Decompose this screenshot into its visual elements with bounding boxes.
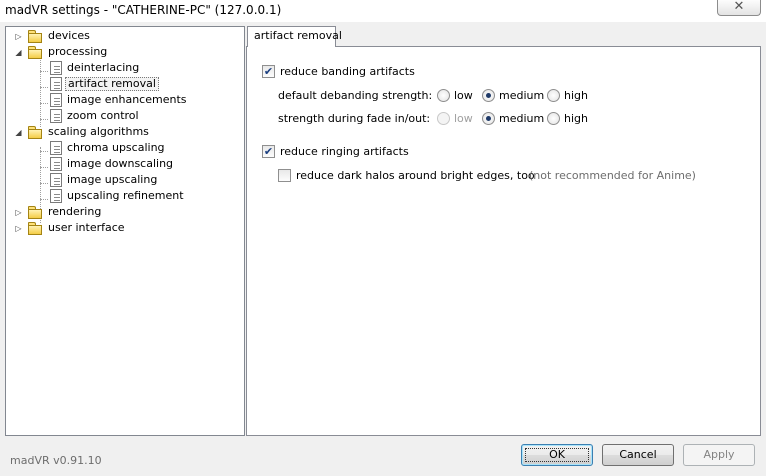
tree-item-scaling-algorithms[interactable]: ◢ scaling algorithms — [6, 124, 236, 140]
page-icon — [50, 141, 62, 155]
reduce-ringing-label: reduce ringing artifacts — [280, 145, 409, 158]
tree-item-label: deinterlacing — [67, 61, 140, 74]
expand-icon[interactable]: ▷ — [14, 224, 23, 233]
default-strength-low-radio[interactable] — [437, 89, 450, 102]
tree-item-image-upscaling[interactable]: image upscaling — [6, 172, 236, 188]
fade-strength-high-radio[interactable] — [547, 112, 560, 125]
fade-strength-low-label: low — [454, 112, 473, 125]
page-icon — [50, 61, 62, 75]
default-strength-radio-group: low medium high — [437, 88, 597, 104]
window-title: madVR settings - "CATHERINE-PC" (127.0.0… — [5, 3, 282, 17]
settings-tree[interactable]: ▷ devices ◢ processing deinterlacing art… — [5, 26, 245, 436]
tree-item-label: rendering — [48, 205, 102, 218]
tree-item-devices[interactable]: ▷ devices — [6, 28, 206, 44]
tab-artifact-removal[interactable]: artifact removal — [247, 26, 342, 47]
fade-strength-high-label[interactable]: high — [564, 112, 588, 126]
reduce-ringing-checkbox[interactable]: ✔ reduce ringing artifacts — [262, 144, 462, 160]
tree-item-label: devices — [48, 29, 90, 42]
page-icon — [50, 189, 62, 203]
tree-item-label: processing — [48, 45, 108, 58]
fade-strength-low-radio — [437, 112, 450, 125]
fade-strength-medium-radio[interactable] — [482, 112, 495, 125]
expand-icon[interactable]: ▷ — [14, 32, 23, 41]
dark-halos-label: reduce dark halos around bright edges, t… — [296, 169, 535, 182]
ok-button[interactable]: OK — [521, 444, 593, 466]
page-icon — [50, 77, 62, 91]
folder-icon — [27, 221, 43, 235]
folder-icon — [27, 205, 43, 219]
tree-item-label: user interface — [48, 221, 125, 234]
title-bar: madVR settings - "CATHERINE-PC" (127.0.0… — [0, 0, 766, 22]
page-icon — [50, 173, 62, 187]
dark-halos-checkbox[interactable]: reduce dark halos around bright edges, t… — [278, 168, 738, 184]
tree-item-chroma-upscaling[interactable]: chroma upscaling — [6, 140, 236, 156]
checkbox-unchecked-icon[interactable] — [278, 169, 291, 182]
folder-icon — [27, 45, 43, 59]
tree-item-label: image downscaling — [67, 157, 174, 170]
apply-button: Apply — [683, 444, 755, 466]
default-strength-high-radio[interactable] — [547, 89, 560, 102]
close-button[interactable]: ✕ — [717, 0, 761, 16]
tree-item-user-interface[interactable]: ▷ user interface — [6, 220, 206, 236]
tree-item-label: scaling algorithms — [48, 125, 149, 138]
focus-ring — [525, 448, 589, 462]
tree-item-image-downscaling[interactable]: image downscaling — [6, 156, 236, 172]
tree-item-rendering[interactable]: ▷ rendering — [6, 204, 206, 220]
tab-label: artifact removal — [254, 29, 342, 42]
tree-item-deinterlacing[interactable]: deinterlacing — [6, 60, 236, 76]
tree-item-label: zoom control — [67, 109, 139, 122]
version-label: madVR v0.91.10 — [10, 454, 102, 467]
checkbox-checked-icon[interactable]: ✔ — [262, 65, 275, 78]
anime-warning-note: (not recommended for Anime) — [529, 169, 696, 182]
fade-strength-medium-label[interactable]: medium — [499, 112, 544, 126]
tree-item-label: image upscaling — [67, 173, 158, 186]
close-icon: ✕ — [733, 0, 745, 14]
default-strength-high-label[interactable]: high — [564, 89, 588, 103]
fade-strength-row: strength during fade in/out: low medium … — [278, 111, 678, 127]
page-icon — [50, 157, 62, 171]
settings-page: ✔ reduce banding artifacts default deban… — [246, 46, 761, 436]
page-icon — [50, 109, 62, 123]
collapse-icon[interactable]: ◢ — [14, 128, 23, 137]
fade-strength-radio-group: low medium high — [437, 111, 597, 127]
cancel-button-label: Cancel — [619, 448, 657, 461]
checkbox-checked-icon[interactable]: ✔ — [262, 145, 275, 158]
default-strength-low-label[interactable]: low — [454, 89, 473, 103]
tree-item-processing[interactable]: ◢ processing — [6, 44, 206, 60]
tree-item-image-enhancements[interactable]: image enhancements — [6, 92, 236, 108]
tree-item-upscaling-refinement[interactable]: upscaling refinement — [6, 188, 236, 204]
reduce-banding-label: reduce banding artifacts — [280, 65, 415, 78]
folder-icon — [27, 125, 43, 139]
apply-button-label: Apply — [703, 448, 735, 461]
tree-item-label: image enhancements — [67, 93, 187, 106]
default-strength-label: default debanding strength: — [278, 89, 433, 102]
default-strength-medium-label[interactable]: medium — [499, 89, 544, 103]
folder-icon — [27, 29, 43, 43]
tree-item-label: artifact removal — [65, 77, 159, 91]
tree-item-zoom-control[interactable]: zoom control — [6, 108, 236, 124]
cancel-button[interactable]: Cancel — [602, 444, 674, 466]
tree-item-artifact-removal[interactable]: artifact removal — [6, 76, 236, 92]
tree-item-label: upscaling refinement — [67, 189, 184, 202]
page-icon — [50, 93, 62, 107]
tree-item-label: chroma upscaling — [67, 141, 165, 154]
default-strength-row: default debanding strength: low medium h… — [278, 88, 678, 104]
fade-strength-label: strength during fade in/out: — [278, 112, 431, 125]
expand-icon[interactable]: ▷ — [14, 208, 23, 217]
collapse-icon[interactable]: ◢ — [14, 48, 23, 57]
reduce-banding-checkbox[interactable]: ✔ reduce banding artifacts — [262, 64, 462, 80]
default-strength-medium-radio[interactable] — [482, 89, 495, 102]
